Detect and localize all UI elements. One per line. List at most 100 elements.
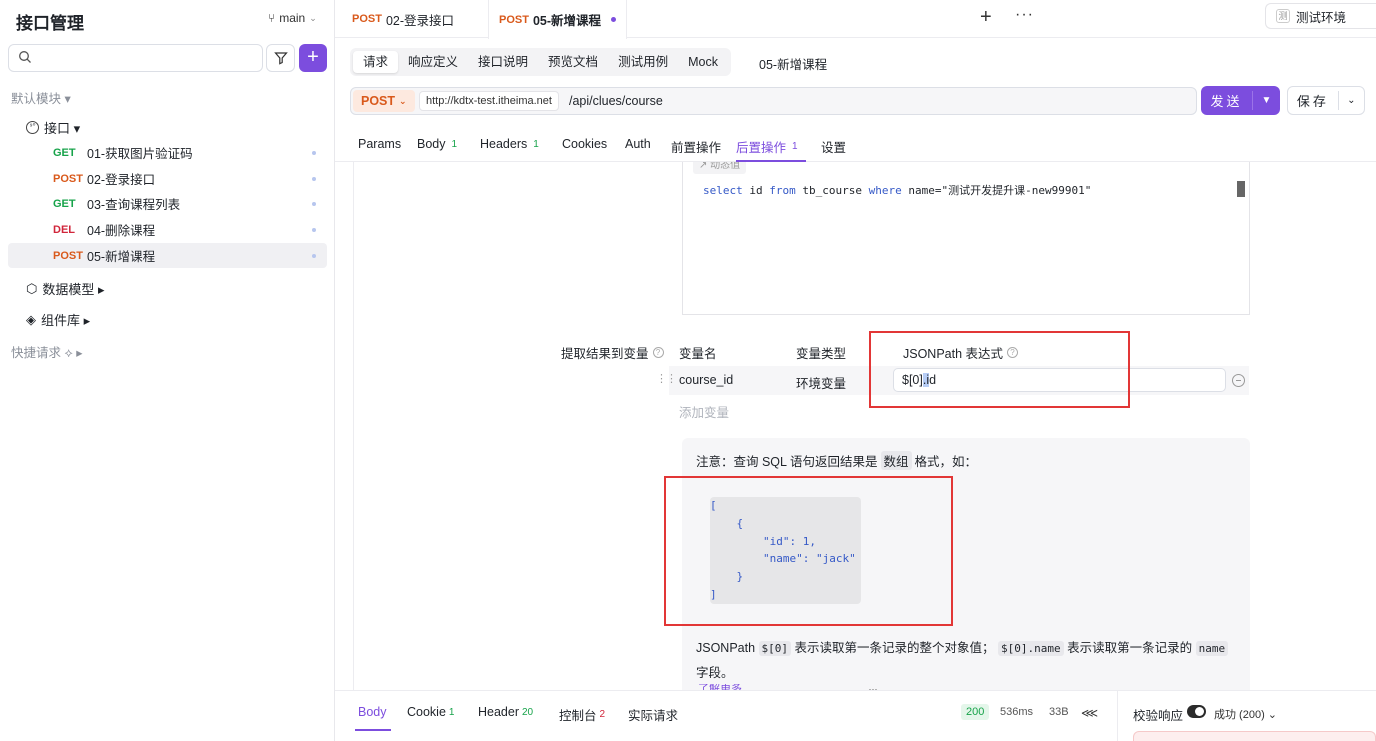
group-data-model[interactable]: ⬡ 数据模型 ▸ xyxy=(26,279,105,298)
tab-body[interactable]: Body 1 xyxy=(417,137,457,151)
base-url[interactable]: http://kdtx-test.itheima.net xyxy=(419,91,559,111)
count-badge: 2 xyxy=(599,709,606,720)
tab-response-header[interactable]: Header 20 xyxy=(478,705,533,719)
sql-keyword: where xyxy=(868,184,902,197)
more-icon[interactable]: ··· xyxy=(1015,6,1034,24)
add-button[interactable]: + xyxy=(299,44,327,72)
method-badge: GET xyxy=(53,146,76,159)
tab-console[interactable]: 控制台 2 xyxy=(559,705,605,724)
drag-handle-icon[interactable]: ⋮⋮ xyxy=(656,372,677,385)
count-badge: 20 xyxy=(522,706,534,718)
sidebar: 接口管理 ⑂ main ⌄ + 默认模块 ▾ ⁹⁰ 接口 ▾ GET 01-获取… xyxy=(0,0,335,741)
tab-request[interactable]: 请求 xyxy=(353,51,399,73)
desc-code: $[0] xyxy=(758,641,792,656)
var-name-field[interactable]: course_id xyxy=(679,373,733,387)
tab-label: Params xyxy=(358,137,402,151)
search-icon xyxy=(19,51,31,63)
tab-test-cases[interactable]: 测试用例 xyxy=(608,51,678,73)
divider xyxy=(1117,690,1118,741)
count-badge: 1 xyxy=(448,706,455,718)
highlight-box-example xyxy=(664,476,953,626)
sidebar-title: 接口管理 xyxy=(16,14,84,33)
note-highlight: 数组 xyxy=(880,451,912,470)
sidebar-item-get-captcha[interactable]: GET 01-获取图片验证码 xyxy=(8,140,327,165)
group-interfaces[interactable]: ⁹⁰ 接口 ▾ xyxy=(26,118,80,137)
chevron-down-icon: ⌄ xyxy=(399,95,407,106)
remove-variable-icon[interactable] xyxy=(1232,374,1245,387)
request-name[interactable]: 05-新增课程 xyxy=(759,54,827,73)
url-bar[interactable]: POST ⌄ http://kdtx-test.itheima.net /api… xyxy=(350,87,1197,115)
tab-response-body[interactable]: Body xyxy=(358,705,387,719)
help-icon[interactable]: ? xyxy=(652,347,664,358)
sidebar-item-add-course[interactable]: POST 05-新增课程 xyxy=(8,243,327,268)
quick-requests[interactable]: 快捷请求 ⟡ ▸ xyxy=(11,342,82,361)
tab-headers[interactable]: Headers 1 xyxy=(480,137,539,151)
sidebar-item-login[interactable]: POST 02-登录接口 xyxy=(8,166,327,191)
tab-response-definition[interactable]: 响应定义 xyxy=(398,51,468,73)
tab-api-description[interactable]: 接口说明 xyxy=(468,51,538,73)
environment-selector[interactable]: 测 测试环境 xyxy=(1265,3,1376,29)
chevron-down-icon[interactable]: ▼ xyxy=(1253,95,1280,106)
tab-label: 控制台 xyxy=(559,709,597,723)
add-variable-button[interactable]: 添加变量 xyxy=(679,402,729,421)
tab-label: 05-新增课程 xyxy=(532,14,602,28)
sql-query[interactable]: select id from tb_course where name="测试开… xyxy=(703,182,1091,198)
default-module[interactable]: 默认模块 ▾ xyxy=(11,88,71,107)
tab-login[interactable]: POST 02-登录接口 xyxy=(352,0,454,38)
env-badge: 测 xyxy=(1276,9,1290,23)
sql-keyword: from xyxy=(769,184,796,197)
tab-label: 设置 xyxy=(821,141,847,155)
branch-selector[interactable]: ⑂ main ⌄ xyxy=(268,11,317,25)
send-label: 发送 xyxy=(1201,91,1253,110)
tab-mock[interactable]: Mock xyxy=(678,51,728,73)
dynamic-value-tag[interactable]: ↗ 动态值 xyxy=(693,162,747,174)
verify-result-panel xyxy=(1133,731,1376,741)
status-dot xyxy=(312,177,316,181)
tab-cookies[interactable]: Cookies xyxy=(562,137,607,151)
tab-label: Body xyxy=(417,137,446,151)
param-tabs: Params Body 1 Headers 1 Cookies Auth 前置操作 … xyxy=(335,129,1376,162)
tab-label: Body xyxy=(358,705,387,719)
tab-post-operations[interactable]: 后置操作 1 xyxy=(736,137,798,156)
save-button[interactable]: 保存 ⌄ xyxy=(1287,86,1365,115)
sidebar-item-query-courses[interactable]: GET 03-查询课程列表 xyxy=(8,191,327,216)
desc-text: 表示读取第一条记录的整个对象值； xyxy=(794,641,995,655)
filter-button[interactable] xyxy=(266,44,295,72)
new-tab-button[interactable]: + xyxy=(980,6,992,29)
group-components[interactable]: ◈ 组件库 ▸ xyxy=(26,310,90,329)
tab-add-course[interactable]: POST 05-新增课程 xyxy=(488,0,628,39)
search-input[interactable] xyxy=(8,44,263,72)
url-path[interactable]: /api/clues/course xyxy=(569,94,663,108)
verify-response-label: 校验响应 xyxy=(1133,709,1184,723)
method-badge: POST xyxy=(352,13,382,25)
tab-preview-doc[interactable]: 预览文档 xyxy=(538,51,608,73)
tab-pre-operations[interactable]: 前置操作 xyxy=(671,137,721,156)
tab-label: Auth xyxy=(625,137,651,151)
plus-icon: + xyxy=(307,46,319,68)
send-button[interactable]: 发送 ▼ xyxy=(1201,86,1280,115)
var-type-select[interactable]: 环境变量 xyxy=(796,373,846,392)
chevron-down-icon[interactable]: ⌄ xyxy=(1339,95,1364,106)
verify-result-select[interactable]: 成功 (200) ⌄ xyxy=(1214,706,1277,722)
col-var-type: 变量类型 xyxy=(796,347,847,361)
share-icon[interactable]: ⋘ xyxy=(1081,706,1098,720)
interface-icon: ⁹⁰ xyxy=(26,121,39,134)
cube-icon: ⬡ xyxy=(26,280,38,296)
tab-auth[interactable]: Auth xyxy=(625,137,651,151)
sql-text: tb_course xyxy=(795,184,869,197)
filter-icon xyxy=(273,52,288,65)
status-dot xyxy=(312,228,316,232)
editor-scrollbar[interactable] xyxy=(1237,181,1245,197)
response-time: 536ms xyxy=(1000,706,1034,718)
verify-response-toggle[interactable] xyxy=(1187,705,1206,718)
method-selector[interactable]: POST ⌄ xyxy=(353,90,415,112)
tab-label: Cookies xyxy=(562,137,608,151)
extract-label: 提取结果到变量 ? xyxy=(561,343,664,362)
sql-text: name="测试开发提升课-new99901" xyxy=(901,184,1092,197)
tab-actual-request[interactable]: 实际请求 xyxy=(628,705,678,724)
tab-params[interactable]: Params xyxy=(358,137,401,151)
sidebar-item-delete-course[interactable]: DEL 04-删除课程 xyxy=(8,217,327,242)
tab-response-cookie[interactable]: Cookie 1 xyxy=(407,705,454,719)
sidebar-item-label: 05-新增课程 xyxy=(87,250,156,264)
tab-settings[interactable]: 设置 xyxy=(821,137,846,156)
